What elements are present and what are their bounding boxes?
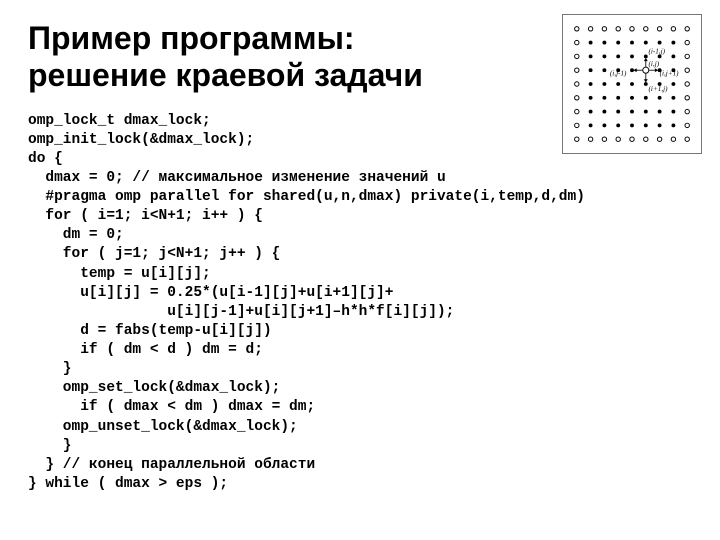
label-down: (i+1,j) (649, 85, 669, 93)
slide-title: Пример программы: решение краевой задачи (28, 20, 548, 94)
stencil-svg: (i-1,j) (i+1,j) (i,j-1) (i,j+1) (i,j) (563, 15, 701, 153)
label-right: (i,j+1) (660, 70, 680, 78)
grid-dots (575, 27, 690, 142)
stencil-figure: (i-1,j) (i+1,j) (i,j-1) (i,j+1) (i,j) (562, 14, 702, 154)
label-center: (i,j) (649, 60, 660, 68)
title-line-1: Пример программы: (28, 20, 355, 56)
label-up: (i-1,j) (649, 48, 666, 56)
label-left: (i,j-1) (610, 70, 627, 78)
slide: Пример программы: решение краевой задачи… (0, 0, 720, 540)
code-block: omp_lock_t dmax_lock; omp_init_lock(&dma… (28, 112, 692, 495)
title-line-2: решение краевой задачи (28, 57, 423, 93)
